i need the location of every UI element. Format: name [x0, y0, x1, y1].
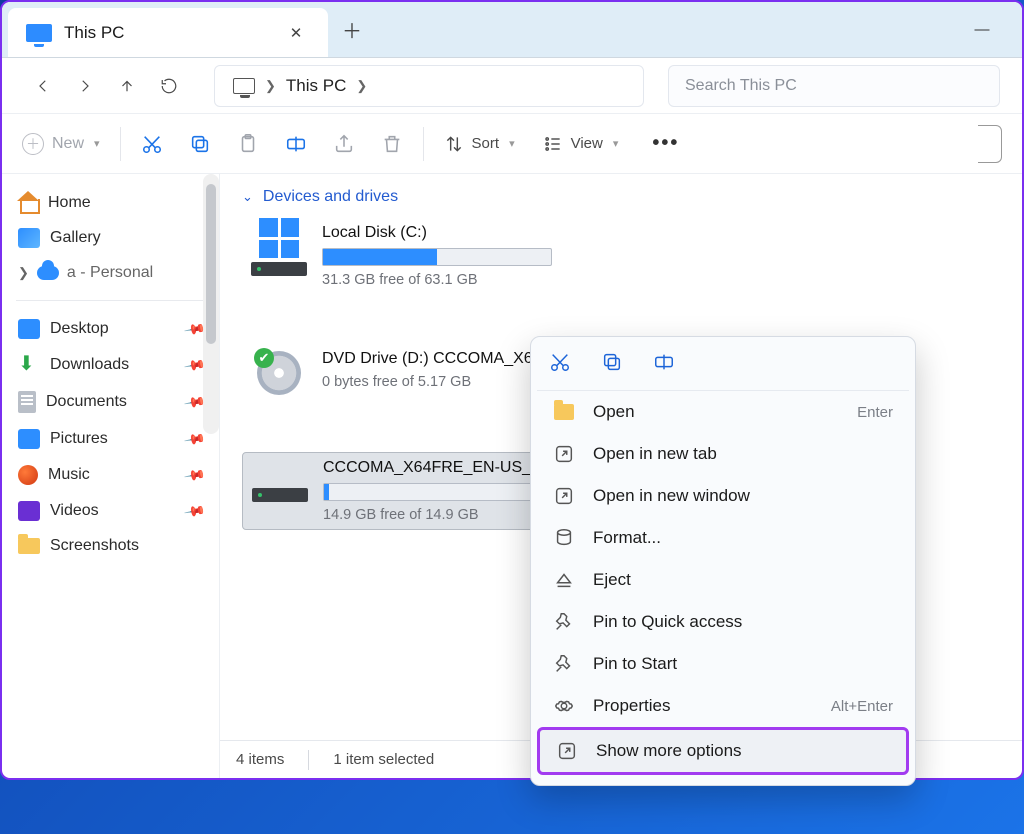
ctx-item-properties[interactable]: Properties Alt+Enter — [537, 685, 909, 727]
chevron-right-icon: ❯ — [18, 265, 29, 281]
pin-icon: 📌 — [182, 499, 206, 523]
titlebar: This PC ✕ ＋ ― — [2, 2, 1022, 58]
format-icon — [553, 527, 575, 549]
toolbar: ＋ New ▾ — [2, 114, 1022, 174]
sidebar-scrollbar[interactable] — [203, 174, 219, 434]
back-button[interactable] — [24, 67, 62, 105]
more-button[interactable]: ••• — [652, 132, 679, 155]
cut-icon[interactable] — [549, 351, 571, 378]
pin-icon: 📌 — [182, 463, 206, 487]
rename-icon[interactable] — [653, 351, 675, 378]
sidebar-item-documents[interactable]: Documents📌 — [12, 383, 209, 421]
pin-icon — [553, 653, 575, 675]
eject-icon — [553, 569, 575, 591]
context-menu-quickbar — [537, 345, 909, 391]
view-button[interactable]: View ▾ — [543, 134, 619, 154]
desktop-icon — [18, 319, 40, 339]
pictures-icon — [18, 429, 40, 449]
pin-icon — [553, 611, 575, 633]
sidebar-item-downloads[interactable]: ⬇Downloads📌 — [12, 347, 209, 383]
chevron-right-icon: ❯ — [356, 78, 367, 94]
active-tab[interactable]: This PC ✕ — [8, 8, 328, 57]
ctx-item-show-more-options[interactable]: Show more options — [537, 727, 909, 775]
drive-free-text: 31.3 GB free of 63.1 GB — [322, 272, 589, 288]
plus-icon: ＋ — [22, 133, 44, 155]
details-pane-button[interactable] — [978, 125, 1002, 163]
ctx-item-pin-start[interactable]: Pin to Start — [537, 643, 909, 685]
ctx-item-format[interactable]: Format... — [537, 517, 909, 559]
breadcrumb[interactable]: ❯ This PC ❯ — [214, 65, 644, 107]
chevron-right-icon: ❯ — [265, 78, 276, 94]
search-input[interactable]: Search This PC — [668, 65, 1000, 107]
new-tab-button[interactable]: ＋ — [328, 2, 376, 57]
gallery-icon — [18, 228, 40, 248]
sidebar-item-home[interactable]: Home — [12, 186, 209, 220]
window-controls: ― — [956, 2, 1022, 57]
breadcrumb-location: This PC — [286, 76, 346, 96]
ctx-item-open-new-tab[interactable]: Open in new tab — [537, 433, 909, 475]
minimize-button[interactable]: ― — [956, 2, 1008, 57]
copy-button[interactable] — [189, 133, 211, 155]
storage-bar — [323, 483, 553, 501]
onedrive-icon — [37, 266, 59, 280]
clipboard-group — [141, 133, 403, 155]
pin-icon: 📌 — [182, 427, 206, 451]
paste-button[interactable] — [237, 133, 259, 155]
downloads-icon: ⬇ — [18, 355, 40, 375]
ctx-item-open[interactable]: Open Enter — [537, 391, 909, 433]
drive-local-disk-c[interactable]: Local Disk (C:) 31.3 GB free of 63.1 GB — [242, 218, 597, 294]
forward-button[interactable] — [66, 67, 104, 105]
tab-title: This PC — [64, 23, 124, 43]
navigation-bar: ❯ This PC ❯ Search This PC — [2, 58, 1022, 114]
sidebar-item-music[interactable]: Music📌 — [12, 457, 209, 493]
tab-close-icon[interactable]: ✕ — [282, 19, 310, 47]
monitor-icon — [233, 78, 255, 94]
sidebar-item-screenshots[interactable]: Screenshots — [12, 529, 209, 563]
storage-bar — [322, 248, 552, 266]
chevron-down-icon: ▾ — [613, 137, 619, 150]
search-placeholder: Search This PC — [685, 77, 797, 95]
sort-button[interactable]: Sort ▾ — [444, 134, 515, 154]
chevron-down-icon: ▾ — [509, 137, 515, 150]
hdd-icon — [252, 488, 308, 502]
copy-icon[interactable] — [601, 351, 623, 378]
navigation-sidebar: Home Gallery ❯a - Personal Desktop📌 ⬇Dow… — [2, 174, 220, 778]
sidebar-item-gallery[interactable]: Gallery — [12, 220, 209, 256]
videos-icon — [18, 501, 40, 521]
ctx-item-pin-quick[interactable]: Pin to Quick access — [537, 601, 909, 643]
rename-button[interactable] — [285, 133, 307, 155]
sidebar-item-personal[interactable]: ❯a - Personal — [12, 256, 209, 290]
documents-icon — [18, 391, 36, 413]
properties-icon — [553, 695, 575, 717]
hdd-icon — [251, 262, 307, 276]
chevron-down-icon: ⌄ — [242, 189, 253, 205]
sidebar-item-videos[interactable]: Videos📌 — [12, 493, 209, 529]
home-icon — [18, 194, 38, 212]
status-item-count: 4 items — [236, 751, 284, 768]
this-pc-icon — [26, 24, 52, 42]
ctx-item-open-new-window[interactable]: Open in new window — [537, 475, 909, 517]
ctx-item-eject[interactable]: Eject — [537, 559, 909, 601]
music-icon — [18, 465, 38, 485]
sidebar-item-pictures[interactable]: Pictures📌 — [12, 421, 209, 457]
new-tab-icon — [553, 443, 575, 465]
up-button[interactable] — [108, 67, 146, 105]
drive-name: Local Disk (C:) — [322, 224, 582, 242]
windows-logo-icon — [259, 218, 299, 258]
context-menu: Open Enter Open in new tab Open in new w… — [530, 336, 916, 786]
status-selected-count: 1 item selected — [333, 751, 434, 768]
new-button[interactable]: ＋ New ▾ — [22, 133, 100, 155]
section-header[interactable]: ⌄ Devices and drives — [242, 188, 1000, 206]
new-window-icon — [553, 485, 575, 507]
sidebar-item-desktop[interactable]: Desktop📌 — [12, 311, 209, 347]
delete-button[interactable] — [381, 133, 403, 155]
dvd-icon — [257, 351, 301, 395]
cut-button[interactable] — [141, 133, 163, 155]
share-button[interactable] — [333, 133, 355, 155]
folder-icon — [554, 404, 574, 420]
show-more-icon — [556, 740, 578, 762]
chevron-down-icon: ▾ — [94, 137, 100, 150]
refresh-button[interactable] — [150, 67, 188, 105]
folder-icon — [18, 538, 40, 554]
